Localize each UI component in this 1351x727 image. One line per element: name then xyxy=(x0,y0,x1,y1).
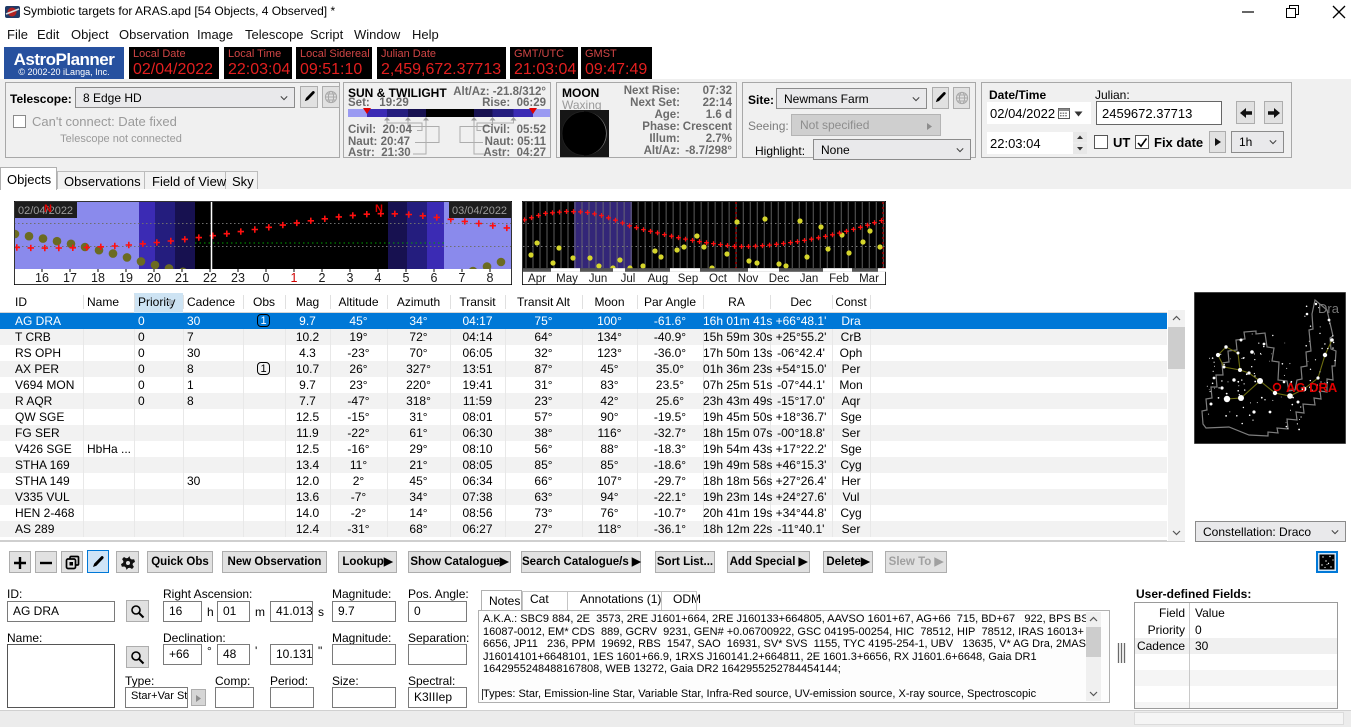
svg-text:8: 8 xyxy=(487,271,494,285)
svg-text:20: 20 xyxy=(147,271,161,285)
svg-text:Mar: Mar xyxy=(859,273,879,285)
svg-text:Jan: Jan xyxy=(800,273,819,285)
svg-text:May: May xyxy=(556,273,578,285)
svg-text:3: 3 xyxy=(347,271,354,285)
svg-text:23: 23 xyxy=(231,271,245,285)
svg-text:N: N xyxy=(44,203,52,215)
svg-text:Sep: Sep xyxy=(678,273,698,285)
svg-text:4: 4 xyxy=(375,271,382,285)
svg-text:03/04/2022: 03/04/2022 xyxy=(452,205,507,217)
svg-text:Dra: Dra xyxy=(1318,301,1340,316)
svg-text:16: 16 xyxy=(35,271,49,285)
svg-text:7: 7 xyxy=(459,271,466,285)
svg-text:21: 21 xyxy=(175,271,189,285)
svg-text:5: 5 xyxy=(403,271,410,285)
svg-text:0: 0 xyxy=(263,271,270,285)
svg-text:6: 6 xyxy=(431,271,438,285)
svg-text:Jun: Jun xyxy=(589,273,608,285)
svg-text:2: 2 xyxy=(319,271,326,285)
svg-text:19: 19 xyxy=(119,271,133,285)
svg-text:AG DRA: AG DRA xyxy=(1286,380,1338,395)
svg-text:Apr: Apr xyxy=(528,273,546,285)
svg-text:Aug: Aug xyxy=(648,273,668,285)
svg-text:Nov: Nov xyxy=(738,273,759,285)
svg-text:1: 1 xyxy=(291,271,298,285)
svg-text:18: 18 xyxy=(91,271,105,285)
svg-text:N: N xyxy=(375,203,383,215)
svg-text:Dec: Dec xyxy=(769,273,790,285)
svg-text:17: 17 xyxy=(63,271,77,285)
svg-text:22: 22 xyxy=(203,271,217,285)
svg-text:Jul: Jul xyxy=(621,273,636,285)
svg-text:Oct: Oct xyxy=(709,273,728,285)
svg-text:Feb: Feb xyxy=(829,273,849,285)
